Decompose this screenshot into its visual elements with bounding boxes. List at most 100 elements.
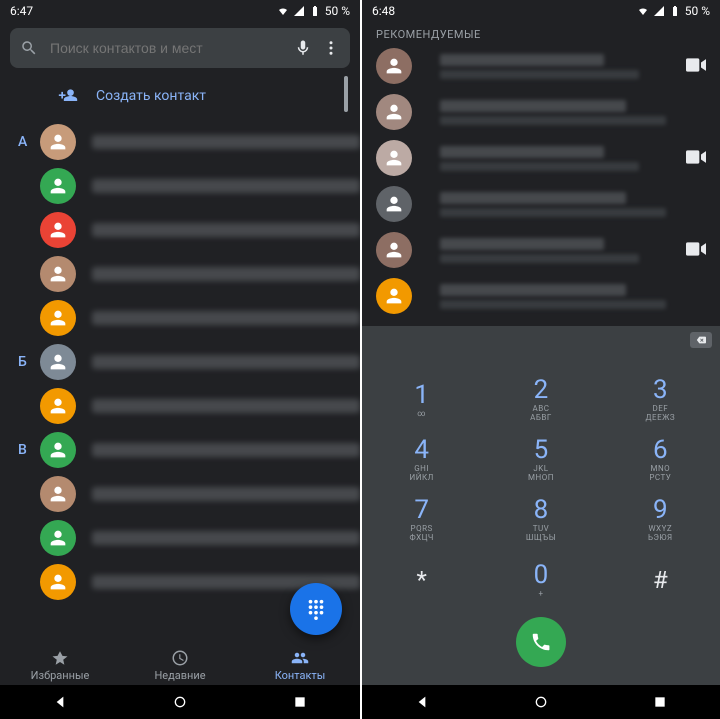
recommended-row[interactable] [362, 89, 720, 135]
tab-contacts[interactable]: Контакты [240, 645, 360, 685]
dialpad-key-4[interactable]: 4GHI ИЙКЛ [362, 430, 481, 490]
scroll-thumb[interactable] [344, 76, 348, 112]
section-letter: . [18, 310, 40, 326]
video-call-icon[interactable] [686, 57, 706, 76]
contact-row[interactable]: . [0, 164, 360, 208]
tab-recent[interactable]: Недавние [120, 645, 240, 685]
section-letter: . [18, 530, 40, 546]
section-letter: Б [18, 354, 40, 370]
video-call-icon[interactable] [686, 241, 706, 260]
dialpad-key-7[interactable]: 7PQRS ФХЦЧ [362, 490, 481, 550]
battery-pct: 50 % [325, 4, 350, 18]
dialpad-key-9[interactable]: 9WXYZ ЬЭЮЯ [601, 490, 720, 550]
section-letter: . [18, 178, 40, 194]
contact-row[interactable]: . [0, 472, 360, 516]
dialpad-fab[interactable] [290, 583, 342, 635]
more-icon[interactable] [322, 39, 340, 57]
dialpad-key-1[interactable]: 1∞ [362, 370, 481, 430]
contact-info-blurred [440, 54, 674, 79]
nav-back[interactable] [414, 694, 430, 710]
contact-row[interactable]: В [0, 428, 360, 472]
search-icon [20, 39, 38, 57]
avatar [376, 232, 412, 268]
contact-name-blurred [92, 531, 360, 545]
battery-icon [309, 5, 321, 17]
avatar [376, 48, 412, 84]
nav-back[interactable] [52, 694, 68, 710]
contacts-screen: 6:47 50 % Создать контакт А....Б.В... Из… [0, 0, 360, 719]
bottom-nav: Избранные Недавние Контакты [0, 645, 360, 685]
tab-recent-label: Недавние [154, 669, 205, 682]
key-letters: + [538, 590, 543, 599]
dialpad-key-3[interactable]: 3 DEF ДЕЕЖЗ [601, 370, 720, 430]
backspace-button[interactable] [690, 332, 712, 348]
dialpad-key-8[interactable]: 8TUV ШЩЪЫ [481, 490, 600, 550]
avatar [40, 212, 76, 248]
contact-row[interactable]: А [0, 120, 360, 164]
avatar [40, 432, 76, 468]
wifi-icon [277, 5, 289, 17]
nav-recent[interactable] [652, 694, 668, 710]
dialer-screen: 6:48 50 % РЕКОМЕНДУЕМЫЕ 1∞2ABC АБВГ3DEF … [360, 0, 720, 719]
contact-row[interactable]: . [0, 208, 360, 252]
recommended-row[interactable] [362, 135, 720, 181]
battery-pct: 50 % [685, 4, 710, 18]
dialpad-key-#[interactable]: # [601, 550, 720, 610]
create-contact-row[interactable]: Создать контакт [0, 74, 360, 118]
avatar [40, 388, 76, 424]
recommend-list[interactable] [362, 43, 720, 319]
call-button[interactable] [516, 617, 566, 667]
key-digit: # [653, 568, 668, 592]
contact-row[interactable]: . [0, 296, 360, 340]
avatar [40, 256, 76, 292]
key-digit: 5 [534, 437, 549, 463]
recommended-row[interactable] [362, 227, 720, 273]
contact-info-blurred [440, 284, 706, 309]
contact-row[interactable]: . [0, 384, 360, 428]
contact-row[interactable]: Б [0, 340, 360, 384]
key-letters: ABC АБВГ [530, 405, 552, 423]
dialpad-key-2[interactable]: 2 ABC АБВГ [481, 370, 600, 430]
signal-icon [653, 5, 665, 17]
contact-name-blurred [92, 135, 360, 149]
dialpad-key-*[interactable]: * [362, 550, 481, 610]
recommended-row[interactable] [362, 181, 720, 227]
nav-home[interactable] [172, 694, 188, 710]
key-digit: 4 [414, 437, 429, 463]
key-digit: 2 [534, 377, 549, 403]
status-bar: 6:48 50 % [362, 0, 720, 22]
section-letter: А [18, 134, 40, 150]
search-input[interactable] [48, 39, 284, 57]
section-letter: . [18, 574, 40, 590]
key-letters: DEF ДЕЕЖЗ [646, 405, 676, 423]
key-digit: 3 [653, 377, 668, 403]
contact-info-blurred [440, 192, 706, 217]
contact-row[interactable]: . [0, 516, 360, 560]
contact-name-blurred [92, 443, 360, 457]
dialpad-key-6[interactable]: 6MNO РСТУ [601, 430, 720, 490]
dialpad-key-5[interactable]: 5JKL МНОП [481, 430, 600, 490]
clock: 6:47 [10, 4, 33, 18]
avatar [40, 520, 76, 556]
nav-recent[interactable] [292, 694, 308, 710]
tab-favorites[interactable]: Избранные [0, 645, 120, 685]
avatar [40, 564, 76, 600]
dialpad-key-0[interactable]: 0+ [481, 550, 600, 610]
recommended-row[interactable] [362, 273, 720, 319]
android-nav [0, 685, 360, 719]
video-call-icon[interactable] [686, 149, 706, 168]
contact-row[interactable]: . [0, 252, 360, 296]
search-bar[interactable] [10, 28, 350, 68]
recommended-row[interactable] [362, 43, 720, 89]
avatar [40, 168, 76, 204]
mic-icon[interactable] [294, 39, 312, 57]
contacts-list[interactable]: А....Б.В... [0, 120, 360, 647]
section-letter: . [18, 486, 40, 502]
key-letters: ∞ [417, 410, 426, 419]
contact-name-blurred [92, 487, 360, 501]
key-letters: MNO РСТУ [649, 465, 671, 483]
backspace-icon [695, 335, 707, 345]
nav-home[interactable] [533, 694, 549, 710]
key-letters: WXYZ ЬЭЮЯ [648, 525, 673, 543]
contact-name-blurred [92, 399, 360, 413]
